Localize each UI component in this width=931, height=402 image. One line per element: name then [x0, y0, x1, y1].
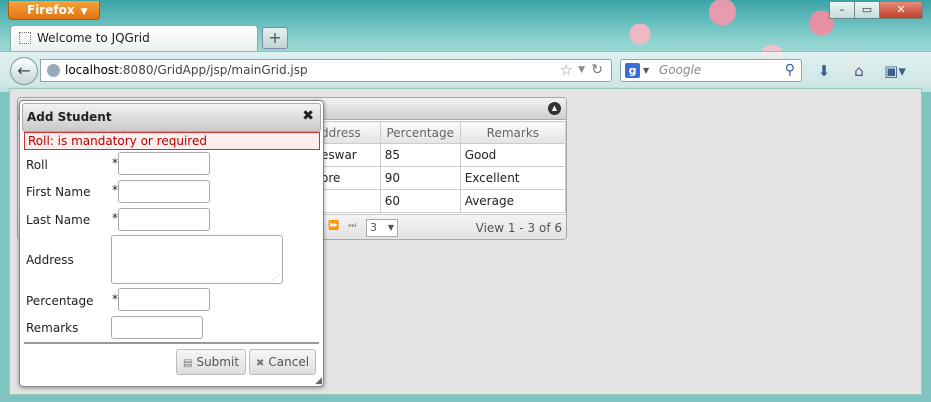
- cell-percentage: 60: [379, 189, 461, 213]
- last-name-input[interactable]: [118, 208, 210, 231]
- pager-next-last-icons[interactable]: ⏩ ⏭: [328, 221, 359, 231]
- percentage-label: Percentage: [26, 294, 94, 308]
- cancel-x-icon: ✖: [256, 358, 265, 369]
- remarks-label: Remarks: [26, 321, 79, 335]
- grid-header-row: ddress Percentage Remarks: [316, 121, 566, 144]
- submit-label: Submit: [196, 355, 240, 369]
- dialog-resize-icon[interactable]: ◢: [315, 376, 322, 386]
- submit-button[interactable]: ▤ Submit: [176, 349, 247, 375]
- bookmarks-menu-icon[interactable]: ▣▾: [884, 61, 906, 81]
- search-bar[interactable]: g ▼ Google ⚲: [620, 59, 802, 82]
- rows-per-page-select[interactable]: 3 ▼: [366, 219, 398, 237]
- save-icon: ▤: [183, 358, 193, 369]
- page-favicon-icon: [19, 32, 31, 44]
- cell-address: ore: [316, 166, 381, 190]
- cell-percentage: 85: [379, 143, 461, 167]
- new-tab-button[interactable]: +: [262, 27, 288, 49]
- roll-label: Roll: [26, 158, 48, 172]
- cell-remarks: Good: [459, 143, 566, 167]
- browser-tab[interactable]: Welcome to JQGrid: [10, 25, 258, 51]
- cell-percentage: 90: [379, 166, 461, 190]
- percentage-input[interactable]: [118, 288, 210, 311]
- downloads-icon[interactable]: ⬇: [813, 61, 835, 81]
- resize-grip-icon[interactable]: ⋰: [272, 273, 280, 282]
- cell-remarks: Excellent: [459, 166, 566, 190]
- chevron-down-icon: ▼: [80, 7, 88, 17]
- first-name-label: First Name: [26, 185, 91, 199]
- close-window-button[interactable]: ✕: [879, 1, 923, 19]
- bookmark-star-icon[interactable]: ☆: [560, 60, 573, 81]
- tab-title: Welcome to JQGrid: [37, 31, 150, 45]
- reload-icon[interactable]: ↻: [591, 60, 603, 81]
- table-row[interactable]: i 60 Average: [316, 189, 566, 213]
- last-name-label: Last Name: [26, 213, 91, 227]
- url-bar[interactable]: localhost:8080/GridApp/jsp/mainGrid.jsp …: [40, 59, 612, 82]
- first-name-input[interactable]: [118, 180, 210, 203]
- pager-info: View 1 - 3 of 6: [475, 221, 562, 235]
- globe-icon: [47, 64, 60, 77]
- search-icon[interactable]: ⚲: [785, 60, 795, 81]
- url-path: :8080/GridApp/jsp/mainGrid.jsp: [118, 63, 308, 77]
- navigation-toolbar: ← localhost:8080/GridApp/jsp/mainGrid.js…: [0, 51, 931, 87]
- address-label: Address: [26, 253, 74, 267]
- address-textarea[interactable]: ⋰: [111, 235, 283, 284]
- rows-per-page-value: 3: [370, 221, 377, 234]
- cancel-button[interactable]: ✖ Cancel: [249, 349, 317, 375]
- back-button[interactable]: ←: [10, 57, 38, 85]
- dialog-divider: [24, 342, 319, 344]
- browser-chrome: Firefox ▼ – ▭ ✕ Welcome to JQGrid + ← loc…: [0, 0, 931, 92]
- column-header-percentage[interactable]: Percentage: [379, 121, 461, 144]
- dialog-title: Add Student: [22, 103, 321, 132]
- remarks-input[interactable]: [111, 316, 203, 339]
- table-row[interactable]: ore 90 Excellent: [316, 166, 566, 190]
- firefox-menu-label: Firefox: [27, 3, 75, 17]
- cell-address: eswar: [316, 143, 381, 167]
- roll-input[interactable]: [118, 152, 210, 175]
- add-student-dialog: Add Student ✖ Roll: is mandatory or requ…: [19, 100, 324, 387]
- close-icon[interactable]: ✖: [302, 108, 314, 124]
- cancel-label: Cancel: [268, 355, 310, 369]
- cell-address: i: [316, 189, 381, 213]
- column-header-address[interactable]: ddress: [316, 121, 381, 144]
- cell-remarks: Average: [459, 189, 566, 213]
- home-icon[interactable]: ⌂: [848, 61, 870, 81]
- url-host: localhost: [65, 63, 119, 77]
- back-arrow-icon: ←: [17, 61, 31, 80]
- column-header-remarks[interactable]: Remarks: [459, 121, 566, 144]
- google-engine-icon[interactable]: g: [625, 63, 640, 78]
- minimize-button[interactable]: –: [829, 1, 855, 19]
- chevron-down-icon: ▼: [387, 223, 394, 232]
- collapse-grid-icon[interactable]: ▲: [548, 102, 561, 115]
- history-dropdown-icon[interactable]: ▼: [578, 60, 585, 81]
- validation-error: Roll: is mandatory or required: [24, 132, 320, 150]
- search-placeholder: Google: [659, 63, 702, 77]
- grid-table: ddress Percentage Remarks eswar 85 Good …: [316, 121, 566, 213]
- table-row[interactable]: eswar 85 Good: [316, 143, 566, 167]
- engine-dropdown-icon[interactable]: ▼: [643, 60, 649, 81]
- firefox-menu-button[interactable]: Firefox ▼: [8, 1, 100, 20]
- maximize-button[interactable]: ▭: [854, 1, 880, 19]
- window-controls: – ▭ ✕: [829, 1, 923, 19]
